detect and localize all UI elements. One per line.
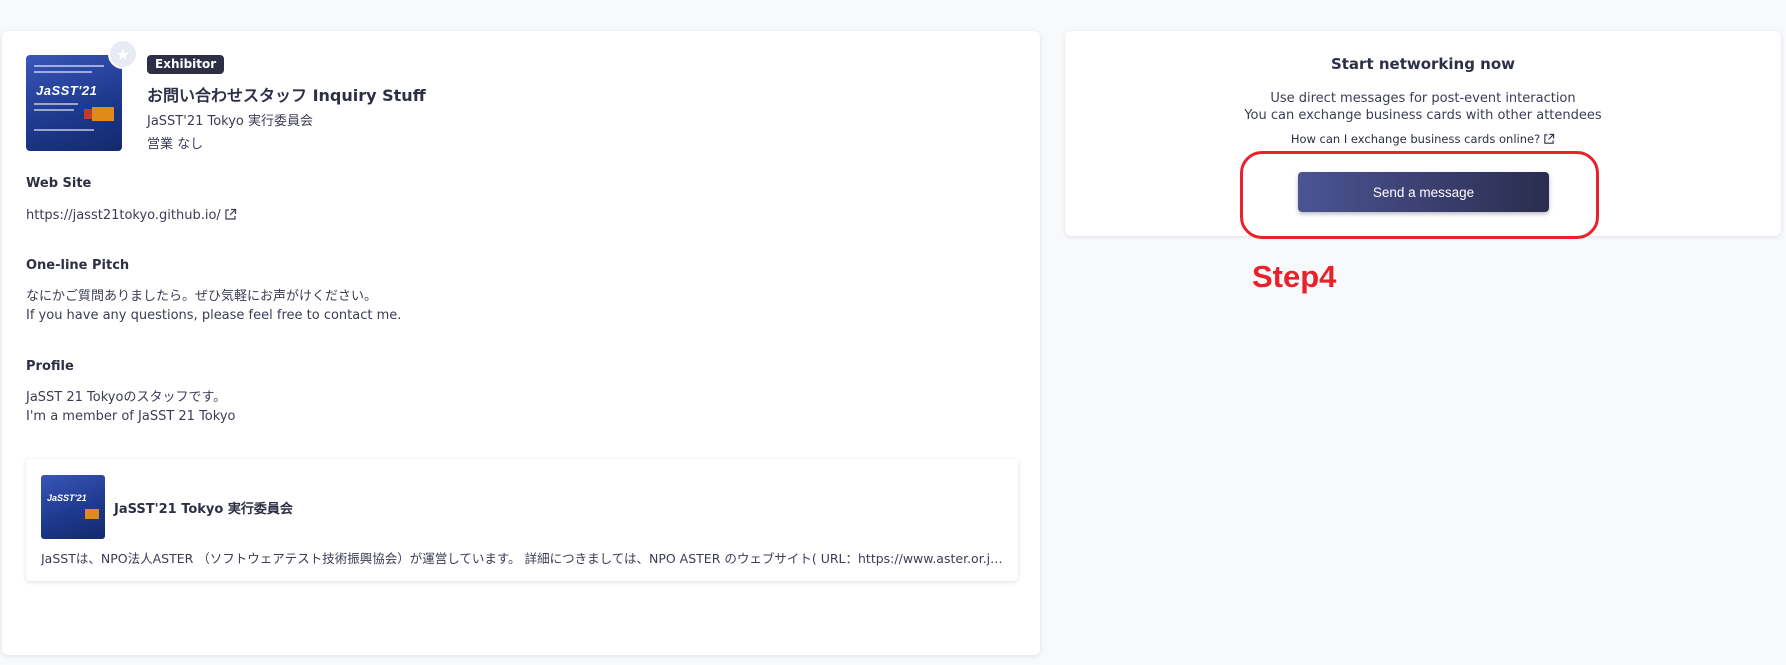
- step-highlight-box: [1240, 151, 1599, 239]
- profile-text-en: I'm a member of JaSST 21 Tokyo: [26, 409, 236, 424]
- pitch-heading: One-line Pitch: [26, 258, 130, 273]
- profile-heading: Profile: [26, 359, 74, 374]
- company-description: JaSSTは、NPO法人ASTER （ソフトウェアテスト技術振興協会）が運営して…: [41, 551, 1005, 566]
- exhibitor-logo: JaSST'21: [26, 55, 122, 151]
- external-link-icon[interactable]: [1543, 133, 1555, 145]
- networking-line-1: Use direct messages for post-event inter…: [1270, 91, 1576, 106]
- pitch-text-ja: なにかご質問ありましたら。ぜひ気軽にお声がけください。: [26, 289, 378, 304]
- business-card-help-link[interactable]: How can I exchange business cards online…: [1065, 132, 1781, 146]
- exhibitor-detail-card: JaSST'21 ★ Exhibitor お問い合わせスタッフ Inquiry …: [2, 31, 1040, 655]
- company-card[interactable]: JaSST'21 JaSST'21 Tokyo 実行委員会 JaSSTは、NPO…: [26, 459, 1018, 581]
- person-name: お問い合わせスタッフ Inquiry Stuff: [147, 86, 426, 105]
- star-icon: ★: [115, 44, 131, 64]
- person-role: 営業 なし: [147, 137, 204, 152]
- pitch-text-en: If you have any questions, please feel f…: [26, 308, 402, 323]
- website-heading: Web Site: [26, 176, 92, 191]
- networking-title: Start networking now: [1330, 55, 1516, 73]
- profile-text-ja: JaSST 21 Tokyoのスタッフです。: [26, 390, 227, 405]
- website-link[interactable]: https://jasst21tokyo.github.io/: [26, 208, 221, 223]
- organization-name: JaSST'21 Tokyo 実行委員会: [147, 114, 314, 129]
- step-label: Step4: [1252, 259, 1337, 294]
- favorite-button[interactable]: ★: [108, 39, 138, 69]
- website-row: https://jasst21tokyo.github.io/: [26, 206, 237, 225]
- company-name: JaSST'21 Tokyo 実行委員会: [114, 502, 293, 517]
- company-logo: JaSST'21: [41, 475, 105, 539]
- networking-line-2: You can exchange business cards with oth…: [1244, 108, 1602, 123]
- help-link-label[interactable]: How can I exchange business cards online…: [1291, 132, 1540, 146]
- external-link-icon[interactable]: [224, 208, 237, 221]
- exhibitor-badge: Exhibitor: [147, 55, 225, 74]
